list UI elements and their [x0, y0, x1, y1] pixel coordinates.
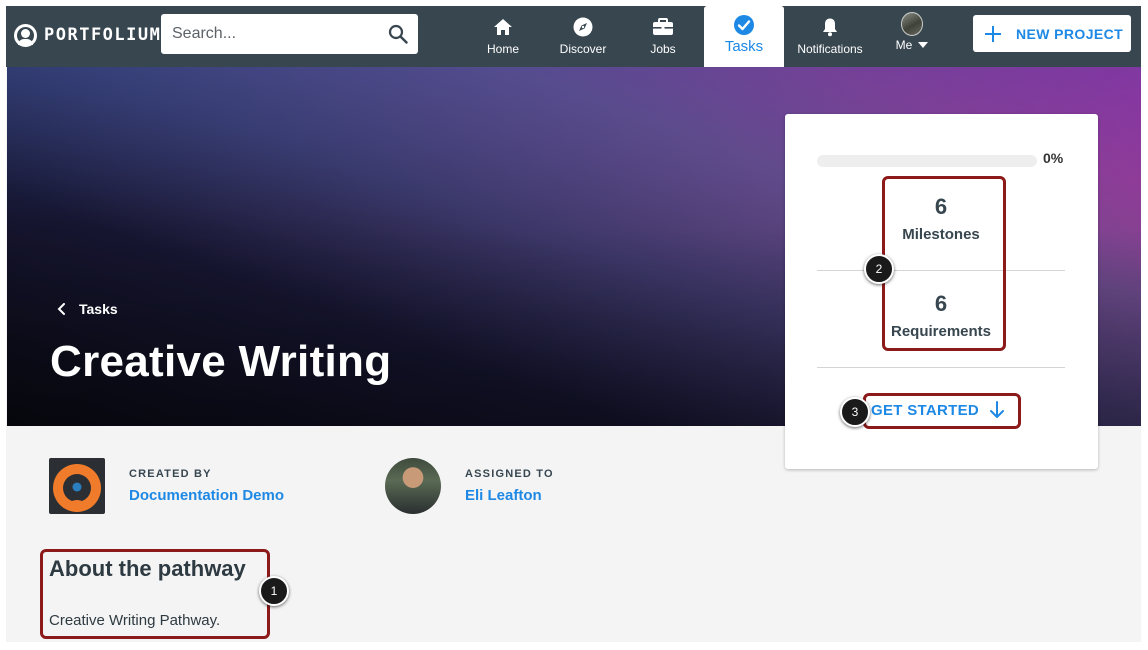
- nav-discover[interactable]: Discover: [556, 6, 610, 67]
- requirements-count: 6: [934, 291, 948, 316]
- created-by-label: CREATED BY: [129, 468, 212, 480]
- search-icon[interactable]: [388, 24, 408, 44]
- home-icon: [494, 19, 512, 35]
- bell-icon: [823, 18, 837, 37]
- arrow-down-icon: [990, 401, 1005, 418]
- check-circle-icon: [734, 15, 754, 35]
- annotation-marker: 1: [259, 576, 289, 606]
- annotation-marker: 2: [864, 254, 894, 284]
- assigned-to-block: ASSIGNED TO Eli Leafton: [385, 458, 554, 514]
- nav-jobs-label: Jobs: [650, 42, 676, 56]
- stats-divider: [817, 270, 1065, 271]
- progress-percent: 0%: [1043, 150, 1064, 166]
- nav-home[interactable]: Home: [478, 6, 528, 67]
- portfolium-logo[interactable]: PORTFOLIUM: [14, 23, 161, 47]
- annotation-marker: 3: [840, 397, 870, 427]
- caret-down-icon: [918, 42, 929, 48]
- nav-home-label: Home: [486, 42, 519, 56]
- logo-icon: [14, 23, 37, 47]
- nav-tasks-label: Tasks: [724, 38, 764, 55]
- page-title: Creative Writing: [50, 337, 392, 386]
- requirements-stat: 6 Requirements: [817, 291, 1065, 340]
- progress-bar: [817, 155, 1037, 167]
- new-project-label: NEW PROJECT: [1016, 25, 1124, 42]
- about-heading: About the pathway: [49, 556, 246, 581]
- nav-tasks[interactable]: Tasks: [704, 6, 784, 67]
- back-link-label: Tasks: [79, 301, 118, 317]
- top-navbar: PORTFOLIUM Home: [6, 6, 1141, 67]
- about-description: Creative Writing Pathway.: [49, 612, 221, 629]
- plus-icon: [985, 25, 1001, 42]
- milestones-label: Milestones: [902, 226, 980, 243]
- chevron-left-icon: [57, 303, 65, 315]
- assignee-avatar: [385, 458, 441, 514]
- assigned-to-link[interactable]: Eli Leafton: [465, 487, 554, 504]
- app-frame: PORTFOLIUM Home: [6, 6, 1141, 642]
- stats-divider: [817, 367, 1065, 368]
- logo-text: PORTFOLIUM: [44, 25, 162, 45]
- nav-notifications-label: Notifications: [797, 42, 863, 56]
- nav-me[interactable]: Me: [890, 6, 934, 67]
- user-avatar: [901, 12, 923, 36]
- nav-notifications[interactable]: Notifications: [790, 6, 870, 67]
- requirements-label: Requirements: [890, 323, 992, 340]
- briefcase-icon: [653, 18, 673, 35]
- back-to-tasks-link[interactable]: Tasks: [57, 301, 118, 317]
- search-box: [161, 14, 418, 54]
- compass-icon: [573, 17, 593, 37]
- milestones-stat: 6 Milestones: [817, 194, 1065, 243]
- assigned-to-label: ASSIGNED TO: [465, 468, 554, 480]
- get-started-label: GET STARTED: [871, 401, 980, 419]
- search-input[interactable]: [172, 14, 372, 54]
- creator-avatar-icon: [53, 464, 101, 512]
- nav-me-label: Me: [895, 38, 913, 52]
- created-by-block: CREATED BY Documentation Demo: [49, 458, 284, 514]
- nav-jobs[interactable]: Jobs: [642, 6, 684, 67]
- created-by-link[interactable]: Documentation Demo: [129, 487, 284, 504]
- pathway-stats-card: 0% 6 Milestones 6 Requirements GET START…: [785, 114, 1098, 469]
- new-project-button[interactable]: NEW PROJECT: [973, 15, 1131, 52]
- creator-logo: [49, 458, 105, 514]
- milestones-count: 6: [934, 194, 948, 219]
- nav-discover-label: Discover: [559, 42, 607, 56]
- get-started-button[interactable]: GET STARTED: [871, 401, 1005, 419]
